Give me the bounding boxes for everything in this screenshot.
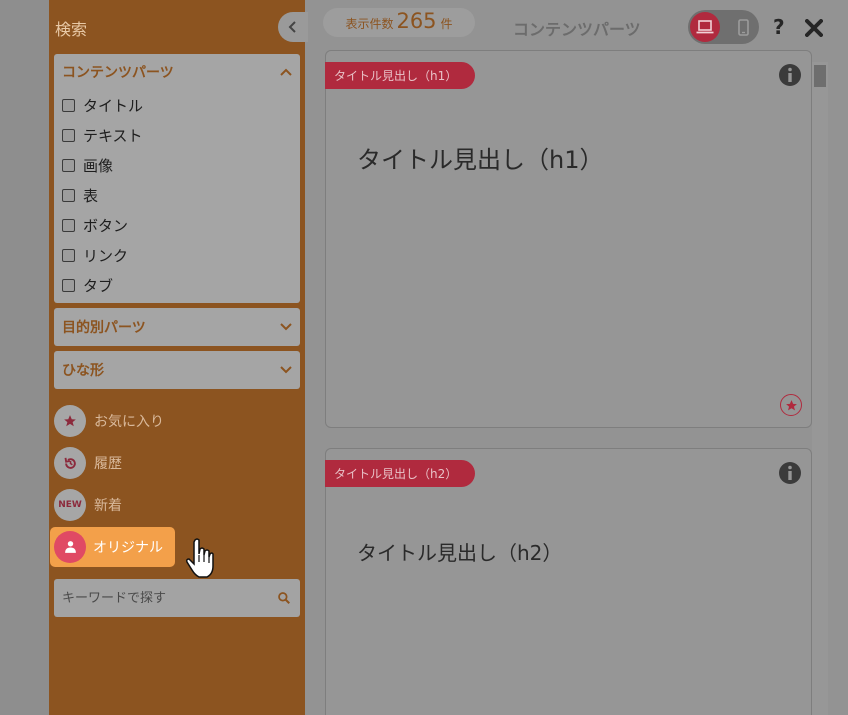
filter-tab[interactable]: タブ xyxy=(54,270,300,300)
page-title: コンテンツパーツ xyxy=(513,20,641,39)
new-badge-icon: NEW xyxy=(54,489,86,521)
panel-header-label: 目的別パーツ xyxy=(62,320,146,336)
template-panel[interactable]: ひな形 xyxy=(54,351,300,389)
scroll-thumb[interactable] xyxy=(814,65,826,87)
nav-label: オリジナル xyxy=(93,540,163,556)
close-icon[interactable] xyxy=(803,17,825,39)
count-prefix: 表示件数 xyxy=(345,17,394,31)
filter-button[interactable]: ボタン xyxy=(54,210,300,240)
laptop-icon[interactable] xyxy=(690,12,720,42)
filter-label: タイトル xyxy=(83,96,144,115)
filter-link[interactable]: リンク xyxy=(54,240,300,270)
nav-new[interactable]: NEW 新着 xyxy=(54,488,122,522)
nav-favorites[interactable]: お気に入り xyxy=(54,404,164,438)
user-icon xyxy=(54,531,86,563)
part-card[interactable]: タイトル見出し（h2） タイトル見出し（h2） xyxy=(325,448,812,715)
collapse-sidebar-button[interactable] xyxy=(278,12,308,42)
page-overlay-left xyxy=(0,0,49,715)
info-icon[interactable] xyxy=(778,63,802,87)
part-card[interactable]: タイトル見出し（h1） タイトル見出し（h1） xyxy=(325,50,812,428)
panel-header-label: コンテンツパーツ xyxy=(62,65,174,81)
filter-table[interactable]: 表 xyxy=(54,180,300,210)
nav-label: お気に入り xyxy=(94,414,164,430)
checkbox[interactable] xyxy=(62,218,75,232)
checkbox[interactable] xyxy=(62,158,75,172)
nav-label: 新着 xyxy=(94,498,122,514)
part-preview-heading: タイトル見出し（h2） xyxy=(357,541,563,565)
checkbox[interactable] xyxy=(62,278,75,292)
parts-list: タイトル見出し（h1） タイトル見出し（h1） タイトル見出し（h2） タイトル… xyxy=(325,50,828,715)
scrollbar[interactable] xyxy=(812,62,828,715)
star-icon xyxy=(54,405,86,437)
chevron-down-icon xyxy=(280,366,292,374)
count-suffix: 件 xyxy=(440,17,453,31)
favorite-star-icon[interactable] xyxy=(780,394,802,416)
purpose-parts-header[interactable]: 目的別パーツ xyxy=(54,308,300,346)
checkbox[interactable] xyxy=(62,98,75,112)
search-icon[interactable] xyxy=(277,591,291,605)
filter-label: リンク xyxy=(83,246,129,265)
filter-label: 画像 xyxy=(83,156,114,175)
part-tag: タイトル見出し（h1） xyxy=(325,62,476,89)
contents-parts-panel: コンテンツパーツ タイトル テキスト 画像 表 ボタン リンク タブ xyxy=(54,54,300,303)
panel-header-label: ひな形 xyxy=(62,363,104,379)
chevron-down-icon xyxy=(280,323,292,331)
keyword-search xyxy=(54,579,300,617)
filter-label: テキスト xyxy=(83,126,143,145)
nav-history[interactable]: 履歴 xyxy=(54,446,122,480)
history-icon xyxy=(54,447,86,479)
info-icon[interactable] xyxy=(778,461,802,485)
filter-title[interactable]: タイトル xyxy=(54,90,300,120)
chevron-left-icon xyxy=(288,21,296,33)
template-header[interactable]: ひな形 xyxy=(54,351,300,389)
part-preview-heading: タイトル見出し（h1） xyxy=(357,146,604,174)
smartphone-icon[interactable] xyxy=(728,12,758,42)
filter-text[interactable]: テキスト xyxy=(54,120,300,150)
checkbox[interactable] xyxy=(62,128,75,142)
part-tag: タイトル見出し（h2） xyxy=(325,460,476,487)
search-sidebar: 検索 コンテンツパーツ タイトル テキスト 画像 表 ボタン リンク タブ 目的… xyxy=(49,0,308,715)
keyword-search-input[interactable] xyxy=(62,590,262,606)
purpose-parts-panel[interactable]: 目的別パーツ xyxy=(54,308,300,346)
device-toggle xyxy=(688,10,759,44)
contents-parts-header[interactable]: コンテンツパーツ xyxy=(54,54,300,90)
chevron-up-icon xyxy=(280,68,292,76)
help-button[interactable]: ? xyxy=(773,15,785,39)
filter-image[interactable]: 画像 xyxy=(54,150,300,180)
result-count-badge: 表示件数 265 件 xyxy=(323,8,475,37)
hand-pointer-cursor xyxy=(186,538,214,578)
nav-label: 履歴 xyxy=(94,456,122,472)
checkbox[interactable] xyxy=(62,188,75,202)
filter-label: 表 xyxy=(83,186,99,205)
result-count: 265 xyxy=(396,9,437,33)
checkbox[interactable] xyxy=(62,248,75,262)
sidebar-title: 検索 xyxy=(55,20,88,39)
nav-original-button[interactable]: オリジナル xyxy=(50,527,175,567)
filter-label: ボタン xyxy=(83,216,129,235)
filter-label: タブ xyxy=(83,276,114,295)
